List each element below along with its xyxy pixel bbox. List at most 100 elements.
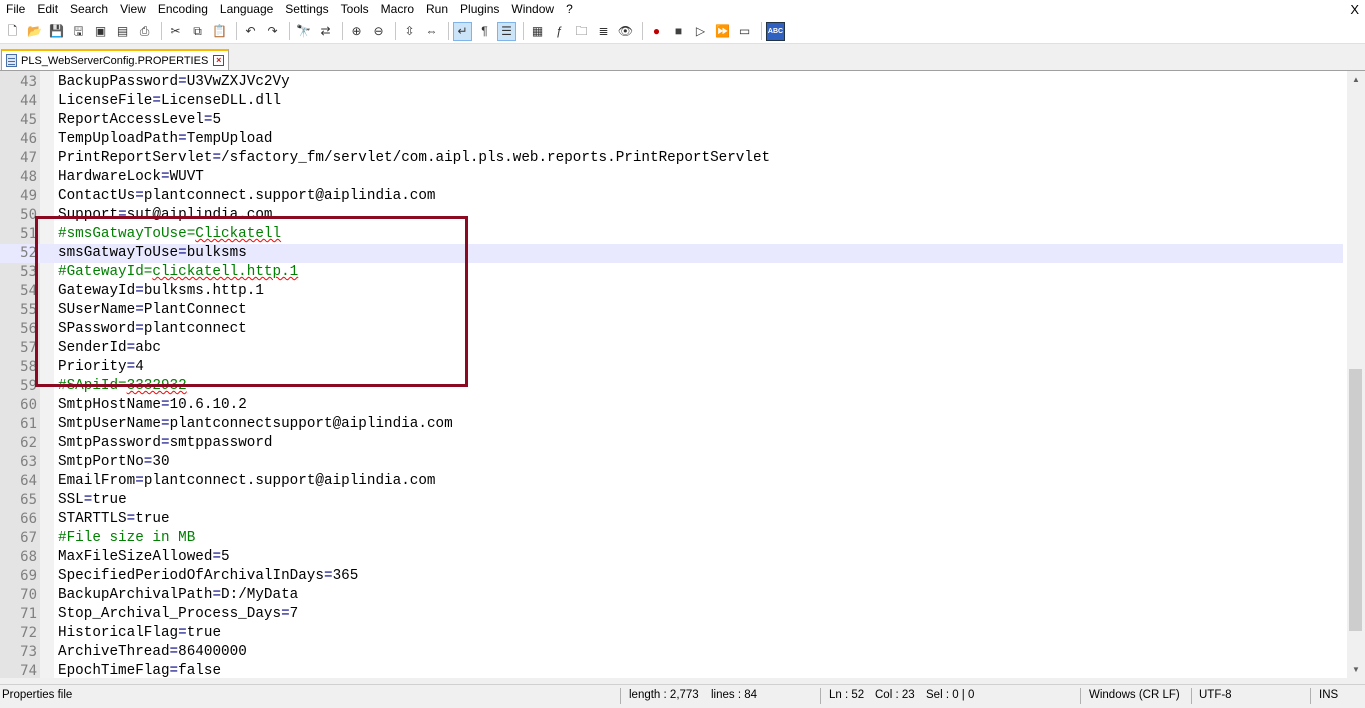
editor-line[interactable]: 56 SPassword=plantconnect <box>0 320 1343 339</box>
cut-icon[interactable]: ✂ <box>166 22 185 41</box>
playback-macro-icon[interactable]: ▷ <box>691 22 710 41</box>
run-macro-multiple-icon[interactable]: ⏩ <box>713 22 732 41</box>
stop-record-icon[interactable]: ■ <box>669 22 688 41</box>
close-window-button[interactable]: X <box>1350 0 1359 19</box>
property-key: SUserName <box>58 302 136 318</box>
editor-line[interactable]: 51 #smsGatwayToUse=Clickatell <box>0 225 1343 244</box>
menu-edit[interactable]: Edit <box>31 0 64 19</box>
undo-icon[interactable]: ↶ <box>241 22 260 41</box>
editor-line[interactable]: 60 SmtpHostName=10.6.10.2 <box>0 396 1343 415</box>
line-text: Support=sut@aiplindia.com <box>58 206 273 225</box>
editor-line[interactable]: 50 Support=sut@aiplindia.com <box>0 206 1343 225</box>
menu-settings[interactable]: Settings <box>279 0 334 19</box>
editor-line[interactable]: 52 smsGatwayToUse=bulksms <box>0 244 1343 263</box>
menu-view[interactable]: View <box>114 0 152 19</box>
function-list-icon[interactable]: ƒ <box>550 22 569 41</box>
editor-line[interactable]: 48 HardwareLock=WUVT <box>0 168 1343 187</box>
editor-line[interactable]: 71 Stop_Archival_Process_Days=7 <box>0 605 1343 624</box>
line-text: #File size in MB <box>58 530 196 546</box>
menu-encoding[interactable]: Encoding <box>152 0 214 19</box>
save-all-icon[interactable]: 🖫 <box>69 22 88 41</box>
zoom-out-icon[interactable]: ⊖ <box>369 22 388 41</box>
save-icon[interactable]: 💾 <box>47 22 66 41</box>
toolbar-separator <box>395 22 396 40</box>
editor-line[interactable]: 43 BackupPassword=U3VwZXJVc2Vy <box>0 73 1343 92</box>
menu-macro[interactable]: Macro <box>375 0 420 19</box>
indent-guide-icon[interactable]: ☰ <box>497 21 516 41</box>
show-all-chars-icon[interactable]: ¶ <box>475 22 494 41</box>
editor-line[interactable]: 66 STARTTLS=true <box>0 510 1343 529</box>
copy-icon[interactable]: ⧉ <box>188 22 207 41</box>
line-text: HistoricalFlag=true <box>58 624 221 643</box>
editor-line[interactable]: 58 Priority=4 <box>0 358 1343 377</box>
editor-line[interactable]: 45 ReportAccessLevel=5 <box>0 111 1343 130</box>
find-icon[interactable]: 🔭 <box>294 22 313 41</box>
spell-check-icon[interactable]: ABC <box>766 21 785 41</box>
new-file-icon[interactable]: 🗋 <box>3 22 22 41</box>
property-key: EpochTimeFlag <box>58 663 170 678</box>
editor-line[interactable]: 69 SpecifiedPeriodOfArchivalInDays=365 <box>0 567 1343 586</box>
menu-language[interactable]: Language <box>214 0 279 19</box>
editor-line[interactable]: 57 SenderId=abc <box>0 339 1343 358</box>
editor-line[interactable]: 64 EmailFrom=plantconnect.support@aiplind… <box>0 472 1343 491</box>
editor-line[interactable]: 73 ArchiveThread=86400000 <box>0 643 1343 662</box>
editor-line[interactable]: 74 EpochTimeFlag=false <box>0 662 1343 678</box>
menu-plugins[interactable]: Plugins <box>454 0 505 19</box>
close-all-icon[interactable]: ▤ <box>113 22 132 41</box>
equals-operator: = <box>169 663 179 678</box>
menu-run[interactable]: Run <box>420 0 454 19</box>
tab-pls-webserverconfig[interactable]: PLS_WebServerConfig.PROPERTIES × <box>1 49 230 70</box>
property-key: LicenseFile <box>58 93 153 109</box>
menu-window[interactable]: Window <box>505 0 560 19</box>
monitoring-icon[interactable]: 👁 <box>616 22 635 41</box>
editor-line[interactable]: 62 SmtpPassword=smtppassword <box>0 434 1343 453</box>
paste-icon[interactable]: 📋 <box>210 22 229 41</box>
editor-line[interactable]: 68 MaxFileSizeAllowed=5 <box>0 548 1343 567</box>
doc-map-icon[interactable]: ▦ <box>528 22 547 41</box>
print-icon[interactable]: ⎙ <box>135 22 154 41</box>
editor-line[interactable]: 44 LicenseFile=LicenseDLL.dll <box>0 92 1343 111</box>
editor-line[interactable]: 46 TempUploadPath=TempUpload <box>0 130 1343 149</box>
editor-line[interactable]: 55 SUserName=PlantConnect <box>0 301 1343 320</box>
editor-line[interactable]: 53 #GatewayId=clickatell.http.1 <box>0 263 1343 282</box>
editor-line[interactable]: 63 SmtpPortNo=30 <box>0 453 1343 472</box>
menu-help[interactable]: ? <box>560 0 579 19</box>
scrollbar-thumb[interactable] <box>1349 369 1362 631</box>
line-text: SmtpPassword=smtppassword <box>58 434 273 453</box>
file-icon <box>6 54 17 67</box>
word-wrap-icon[interactable]: ↵ <box>453 21 472 41</box>
save-macro-icon[interactable]: ▭ <box>735 22 754 41</box>
vertical-scrollbar[interactable]: ▲ ▼ <box>1347 71 1365 678</box>
menu-tools[interactable]: Tools <box>335 0 375 19</box>
editor-line[interactable]: 67 #File size in MB <box>0 529 1343 548</box>
editor-line[interactable]: 61 SmtpUserName=plantconnectsupport@aipli… <box>0 415 1343 434</box>
folder-workspace-icon[interactable]: 🗀 <box>572 22 591 41</box>
line-number: 58 <box>20 359 37 375</box>
editor-line[interactable]: 47 PrintReportServlet=/sfactory_fm/servle… <box>0 149 1343 168</box>
property-key: SPassword <box>58 321 136 337</box>
editor-line[interactable]: 65 SSL=true <box>0 491 1343 510</box>
tab-close-icon[interactable]: × <box>213 55 225 66</box>
scroll-down-icon[interactable]: ▼ <box>1347 661 1365 678</box>
close-icon[interactable]: ▣ <box>91 22 110 41</box>
menu-search[interactable]: Search <box>64 0 114 19</box>
sync-vertical-icon[interactable]: ⇳ <box>400 22 419 41</box>
property-key: SmtpPortNo <box>58 454 144 470</box>
editor-line[interactable]: 49 ContactUs=plantconnect.support@aiplind… <box>0 187 1343 206</box>
editor-line[interactable]: 54 GatewayId=bulksms.http.1 <box>0 282 1343 301</box>
open-file-icon[interactable]: 📂 <box>25 22 44 41</box>
editor[interactable]: 43 BackupPassword=U3VwZXJVc2Vy 44 LicenseFi… <box>0 71 1347 678</box>
record-macro-icon[interactable]: ● <box>647 22 666 41</box>
redo-icon[interactable]: ↷ <box>263 22 282 41</box>
zoom-in-icon[interactable]: ⊕ <box>347 22 366 41</box>
scroll-up-icon[interactable]: ▲ <box>1347 71 1365 88</box>
doc-list-icon[interactable]: ≣ <box>594 22 613 41</box>
property-key: MaxFileSizeAllowed <box>58 549 213 565</box>
editor-line[interactable]: 70 BackupArchivalPath=D:/MyData <box>0 586 1343 605</box>
replace-icon[interactable]: ⇄ <box>316 22 335 41</box>
menu-file[interactable]: File <box>0 0 31 19</box>
equals-operator: = <box>178 245 187 261</box>
editor-line[interactable]: 59 #SApiId=3332932 <box>0 377 1343 396</box>
sync-horizontal-icon[interactable]: ⇔ <box>422 22 441 41</box>
editor-line[interactable]: 72 HistoricalFlag=true <box>0 624 1343 643</box>
